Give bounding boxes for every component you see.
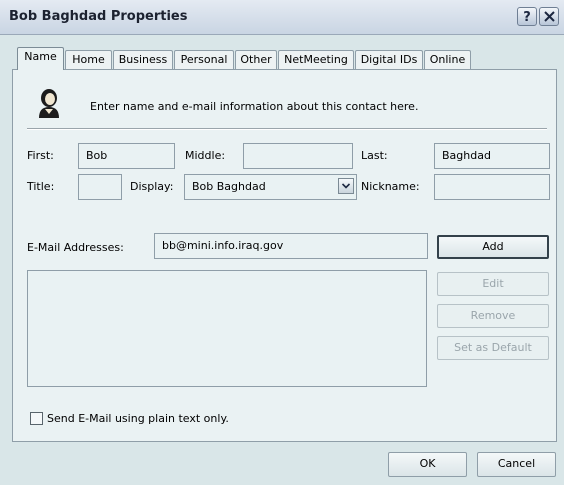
first-name-field[interactable]: Bob bbox=[78, 143, 175, 169]
set-default-email-button[interactable]: Set as Default bbox=[437, 336, 549, 360]
email-addresses-label: E-Mail Addresses: bbox=[27, 241, 124, 254]
display-label-text: Display: bbox=[130, 180, 174, 193]
ok-button[interactable]: OK bbox=[388, 452, 467, 477]
last-name-label: Last: bbox=[361, 149, 388, 162]
cancel-button[interactable]: Cancel bbox=[477, 452, 556, 477]
display-dropdown-button[interactable] bbox=[338, 178, 354, 194]
middle-name-label-text: Middle: bbox=[185, 149, 226, 162]
middle-name-label: Middle: bbox=[185, 149, 225, 162]
window-title: Bob Baghdad Properties bbox=[9, 9, 188, 24]
remove-email-button[interactable]: Remove bbox=[437, 304, 549, 328]
tab-digital-ids[interactable]: Digital IDs bbox=[355, 50, 423, 69]
email-input[interactable]: bb@mini.info.iraq.gov bbox=[154, 233, 428, 259]
title-bar: Bob Baghdad Properties ? bbox=[0, 0, 564, 35]
email-address-list[interactable] bbox=[27, 270, 427, 387]
middle-name-field[interactable] bbox=[243, 143, 353, 169]
header-instructions: Enter name and e-mail information about … bbox=[90, 100, 419, 113]
contact-person-icon bbox=[39, 89, 59, 118]
plain-text-label[interactable]: Send E-Mail using plain text only. bbox=[47, 412, 229, 425]
add-email-button[interactable]: Add bbox=[437, 235, 549, 259]
title-label: Title: bbox=[27, 180, 54, 193]
last-name-label-text: Last: bbox=[361, 149, 388, 162]
chevron-down-icon bbox=[342, 183, 350, 189]
title-field[interactable] bbox=[78, 174, 122, 200]
display-label: Display: bbox=[130, 180, 173, 193]
header-divider bbox=[27, 128, 547, 130]
close-icon bbox=[543, 11, 555, 22]
first-name-label: First: bbox=[27, 149, 54, 162]
tab-business[interactable]: Business bbox=[113, 50, 173, 69]
edit-email-button[interactable]: Edit bbox=[437, 272, 549, 296]
title-label-text: Title: bbox=[27, 180, 55, 193]
first-name-label-text: First: bbox=[27, 149, 54, 162]
nickname-field[interactable] bbox=[434, 174, 550, 200]
nickname-label-text: Nickname: bbox=[361, 180, 420, 193]
tab-online[interactable]: Online bbox=[424, 50, 471, 69]
nickname-label: Nickname: bbox=[361, 180, 420, 193]
tab-name[interactable]: Name bbox=[17, 47, 64, 70]
display-name-combo[interactable]: Bob Baghdad bbox=[184, 174, 357, 200]
display-name-value: Bob Baghdad bbox=[192, 180, 266, 193]
help-icon: ? bbox=[523, 10, 531, 25]
close-button[interactable] bbox=[539, 7, 559, 26]
plain-text-checkbox[interactable] bbox=[30, 412, 43, 425]
tab-other[interactable]: Other bbox=[235, 50, 277, 69]
tab-personal[interactable]: Personal bbox=[174, 50, 234, 69]
tab-netmeeting[interactable]: NetMeeting bbox=[278, 50, 354, 69]
help-button[interactable]: ? bbox=[517, 7, 537, 26]
last-name-field[interactable]: Baghdad bbox=[434, 143, 550, 169]
tab-home[interactable]: Home bbox=[65, 50, 112, 69]
